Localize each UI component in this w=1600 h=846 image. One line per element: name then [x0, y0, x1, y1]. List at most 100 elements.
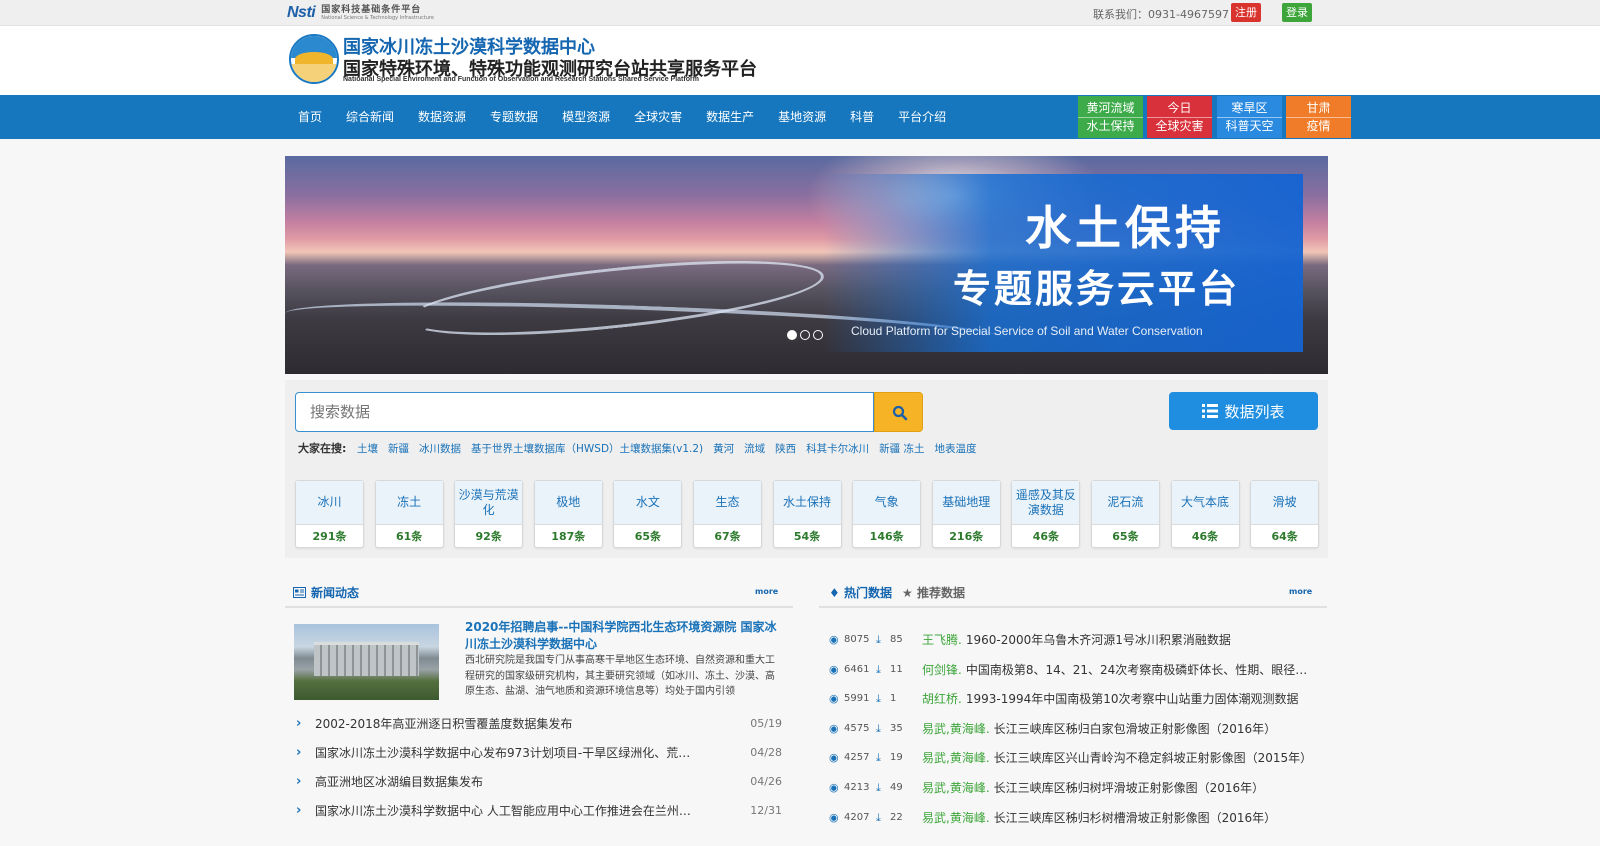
download-icon: ⤓ — [876, 751, 881, 765]
nsti-logo-mark: Nsti — [287, 4, 316, 21]
hot-search-term[interactable]: 科其卡尔冰川 — [806, 441, 869, 456]
hot-search-label: 大家在搜: — [298, 442, 347, 455]
hot-data-item[interactable]: ◉ 4213 ⤓ 49 易武,黄海峰. 长江三峡库区秭归树坪滑坡正射影像图（2016年） — [829, 781, 1327, 811]
download-icon: ⤓ — [876, 780, 881, 794]
data-title[interactable]: 长江三峡库区兴山青岭沟不稳定斜坡正射影像图（2015年） — [994, 751, 1313, 765]
view-count: 4207 — [844, 811, 870, 823]
data-author[interactable]: 易武,黄海峰. — [922, 781, 990, 795]
center-logo[interactable] — [289, 34, 339, 84]
category-card[interactable]: 水文 65条 — [613, 480, 683, 548]
category-card[interactable]: 大气本底 46条 — [1170, 480, 1240, 548]
nav-item[interactable]: 首页 — [286, 95, 334, 139]
hero-banner[interactable]: 水土保持 专题服务云平台 Cloud Platform for Special … — [285, 156, 1328, 374]
category-card[interactable]: 滑坡 64条 — [1250, 480, 1320, 548]
hot-data-item[interactable]: ◉ 6461 ⤓ 11 何剑锋. 中国南极第8、14、21、24次考察南极磷虾体长、性期、… — [829, 663, 1327, 693]
news-more-link[interactable]: more — [755, 587, 778, 596]
hot-search-term[interactable]: 地表温度 — [934, 441, 976, 456]
nav-item[interactable]: 数据生产 — [694, 95, 766, 139]
category-card[interactable]: 冻土 61条 — [374, 480, 444, 548]
hot-search-term[interactable]: 冰川数据 — [419, 441, 461, 456]
carousel-dot[interactable] — [813, 330, 823, 340]
quick-link[interactable]: 寒旱区 科普天空 — [1217, 96, 1282, 138]
data-title[interactable]: 长江三峡库区秭归树坪滑坡正射影像图（2016年） — [994, 781, 1265, 795]
register-button[interactable]: 注册 — [1231, 3, 1261, 22]
download-count: 49 — [890, 781, 903, 793]
data-list-button[interactable]: 数据列表 — [1169, 392, 1318, 430]
news-item-title[interactable]: 高亚洲地区冰湖编目数据集发布 — [315, 775, 695, 789]
hot-data-item[interactable]: ◉ 4207 ⤓ 22 易武,黄海峰. 长江三峡库区秭归杉树槽滑坡正射影像图（2016年） — [829, 811, 1327, 841]
login-button[interactable]: 登录 — [1282, 3, 1312, 22]
hot-search-term[interactable]: 新疆 — [388, 441, 409, 456]
data-title[interactable]: 1960-2000年乌鲁木齐河源1号冰川积累消融数据 — [966, 633, 1231, 647]
nav-item[interactable]: 模型资源 — [550, 95, 622, 139]
category-card[interactable]: 遥感及其反演数据 46条 — [1011, 480, 1081, 548]
hot-data-item[interactable]: ◉ 4575 ⤓ 35 易武,黄海峰. 长江三峡库区秭归白家包滑坡正射影像图（2016年） — [829, 722, 1327, 752]
data-author[interactable]: 易武,黄海峰. — [922, 751, 990, 765]
news-item-title[interactable]: 国家冰川冻土沙漠科学数据中心发布973计划项目-干旱区绿洲化、荒漠化过程及其调控… — [315, 746, 695, 760]
news-item-title[interactable]: 国家冰川冻土沙漠科学数据中心 人工智能应用中心工作推进会在兰州召开 — [315, 804, 695, 818]
data-title[interactable]: 中国南极第8、14、21、24次考察南极磷虾体长、性期、眼径与发育 — [966, 663, 1316, 677]
category-card[interactable]: 沙漠与荒漠化 92条 — [454, 480, 524, 548]
data-author[interactable]: 王飞腾. — [922, 633, 962, 647]
carousel-dots — [787, 330, 823, 340]
quick-link[interactable]: 今日 全球灾害 — [1147, 96, 1212, 138]
featured-news-title[interactable]: 2020年招聘启事--中国科学院西北生态环境资源院 国家冰川冻土沙漠科学数据中心 — [465, 619, 777, 653]
news-item[interactable]: › 国家冰川冻土沙漠科学数据中心发布973计划项目-干旱区绿洲化、荒漠化过程及其调… — [296, 746, 782, 775]
quick-link[interactable]: 甘肃 疫情 — [1286, 96, 1351, 138]
hot-data-item[interactable]: ◉ 4257 ⤓ 19 易武,黄海峰. 长江三峡库区兴山青岭沟不稳定斜坡正射影像图（201… — [829, 751, 1327, 781]
quick-link-top: 今日 — [1147, 100, 1212, 118]
site-header: 国家冰川冻土沙漠科学数据中心 国家特殊环境、特殊功能观测研究台站共享服务平台 N… — [0, 26, 1600, 95]
news-item[interactable]: › 2002-2018年高亚洲逐日积雪覆盖度数据集发布 05/19 — [296, 717, 782, 746]
news-item[interactable]: › 国家冰川冻土沙漠科学数据中心 人工智能应用中心工作推进会在兰州召开 12/31 — [296, 804, 782, 833]
data-title[interactable]: 长江三峡库区秭归白家包滑坡正射影像图（2016年） — [994, 722, 1277, 736]
search-input[interactable] — [295, 392, 874, 432]
news-item[interactable]: › 高亚洲地区冰湖编目数据集发布 04/26 — [296, 775, 782, 804]
category-count: 54条 — [793, 530, 821, 543]
nav-item[interactable]: 全球灾害 — [622, 95, 694, 139]
hot-search-term[interactable]: 基于世界土壤数据库（HWSD）土壤数据集(v1.2) — [471, 441, 703, 456]
news-item-title[interactable]: 2002-2018年高亚洲逐日积雪覆盖度数据集发布 — [315, 717, 695, 731]
hot-search-term[interactable]: 陕西 — [775, 441, 796, 456]
nav-item[interactable]: 科普 — [838, 95, 886, 139]
data-author[interactable]: 胡红桥. — [922, 692, 962, 706]
tab-recommended-data[interactable]: ★ 推荐数据 — [902, 584, 965, 601]
view-count: 4575 — [844, 722, 870, 734]
hot-search-term[interactable]: 黄河 — [713, 441, 734, 456]
category-card[interactable]: 泥石流 65条 — [1090, 480, 1160, 548]
data-author[interactable]: 易武,黄海峰. — [922, 722, 990, 736]
category-card[interactable]: 水土保持 54条 — [772, 480, 842, 548]
nav-item[interactable]: 数据资源 — [406, 95, 478, 139]
data-author[interactable]: 易武,黄海峰. — [922, 811, 990, 825]
category-card[interactable]: 基础地理 216条 — [931, 480, 1001, 548]
nav-item[interactable]: 专题数据 — [478, 95, 550, 139]
quick-link-bottom: 全球灾害 — [1155, 118, 1204, 133]
data-title[interactable]: 1993-1994年中国南极第10次考察中山站重力固体潮观测数据 — [966, 692, 1299, 706]
carousel-dot[interactable] — [800, 330, 810, 340]
category-card[interactable]: 极地 187条 — [533, 480, 603, 548]
category-card[interactable]: 生态 67条 — [692, 480, 762, 548]
hot-search-term[interactable]: 土壤 — [357, 441, 378, 456]
hot-data-item[interactable]: ◉ 5991 ⤓ 1 胡红桥. 1993-1994年中国南极第10次考察中山站重力固体潮观… — [829, 692, 1327, 722]
nsti-logo[interactable]: Nsti 国家科技基础条件平台 National Science & Techn… — [287, 3, 434, 23]
featured-news-image[interactable] — [294, 624, 439, 700]
hot-search-term[interactable]: 流域 — [744, 441, 765, 456]
carousel-dot[interactable] — [787, 330, 797, 340]
fire-icon: ♦ — [829, 586, 840, 600]
hot-more-link[interactable]: more — [1289, 587, 1312, 596]
hot-search-term[interactable]: 新疆 冻土 — [879, 441, 924, 456]
hot-search-terms: 土壤 新疆 冰川数据 基于世界土壤数据库（HWSD）土壤数据集(v1.2) 黄河 流域 陕西… — [357, 441, 976, 456]
category-card[interactable]: 冰川 291条 — [295, 480, 364, 548]
nav-item[interactable]: 平台介绍 — [886, 95, 958, 139]
data-title[interactable]: 长江三峡库区秭归杉树槽滑坡正射影像图（2016年） — [994, 811, 1277, 825]
search-button[interactable] — [874, 392, 923, 432]
hot-data-item[interactable]: ◉ 8075 ⤓ 85 王飞腾. 1960-2000年乌鲁木齐河源1号冰川积累消融数据 — [829, 633, 1327, 663]
nav-item[interactable]: 综合新闻 — [334, 95, 406, 139]
quick-link[interactable]: 黄河流域 水土保持 — [1078, 96, 1143, 138]
view-count: 4213 — [844, 781, 870, 793]
tab-hot-data[interactable]: ♦ 热门数据 — [829, 584, 892, 601]
data-author[interactable]: 何剑锋. — [922, 663, 962, 677]
download-icon: ⤓ — [876, 692, 881, 706]
list-icon — [1202, 404, 1219, 418]
nav-item[interactable]: 基地资源 — [766, 95, 838, 139]
category-card[interactable]: 气象 146条 — [852, 480, 922, 548]
